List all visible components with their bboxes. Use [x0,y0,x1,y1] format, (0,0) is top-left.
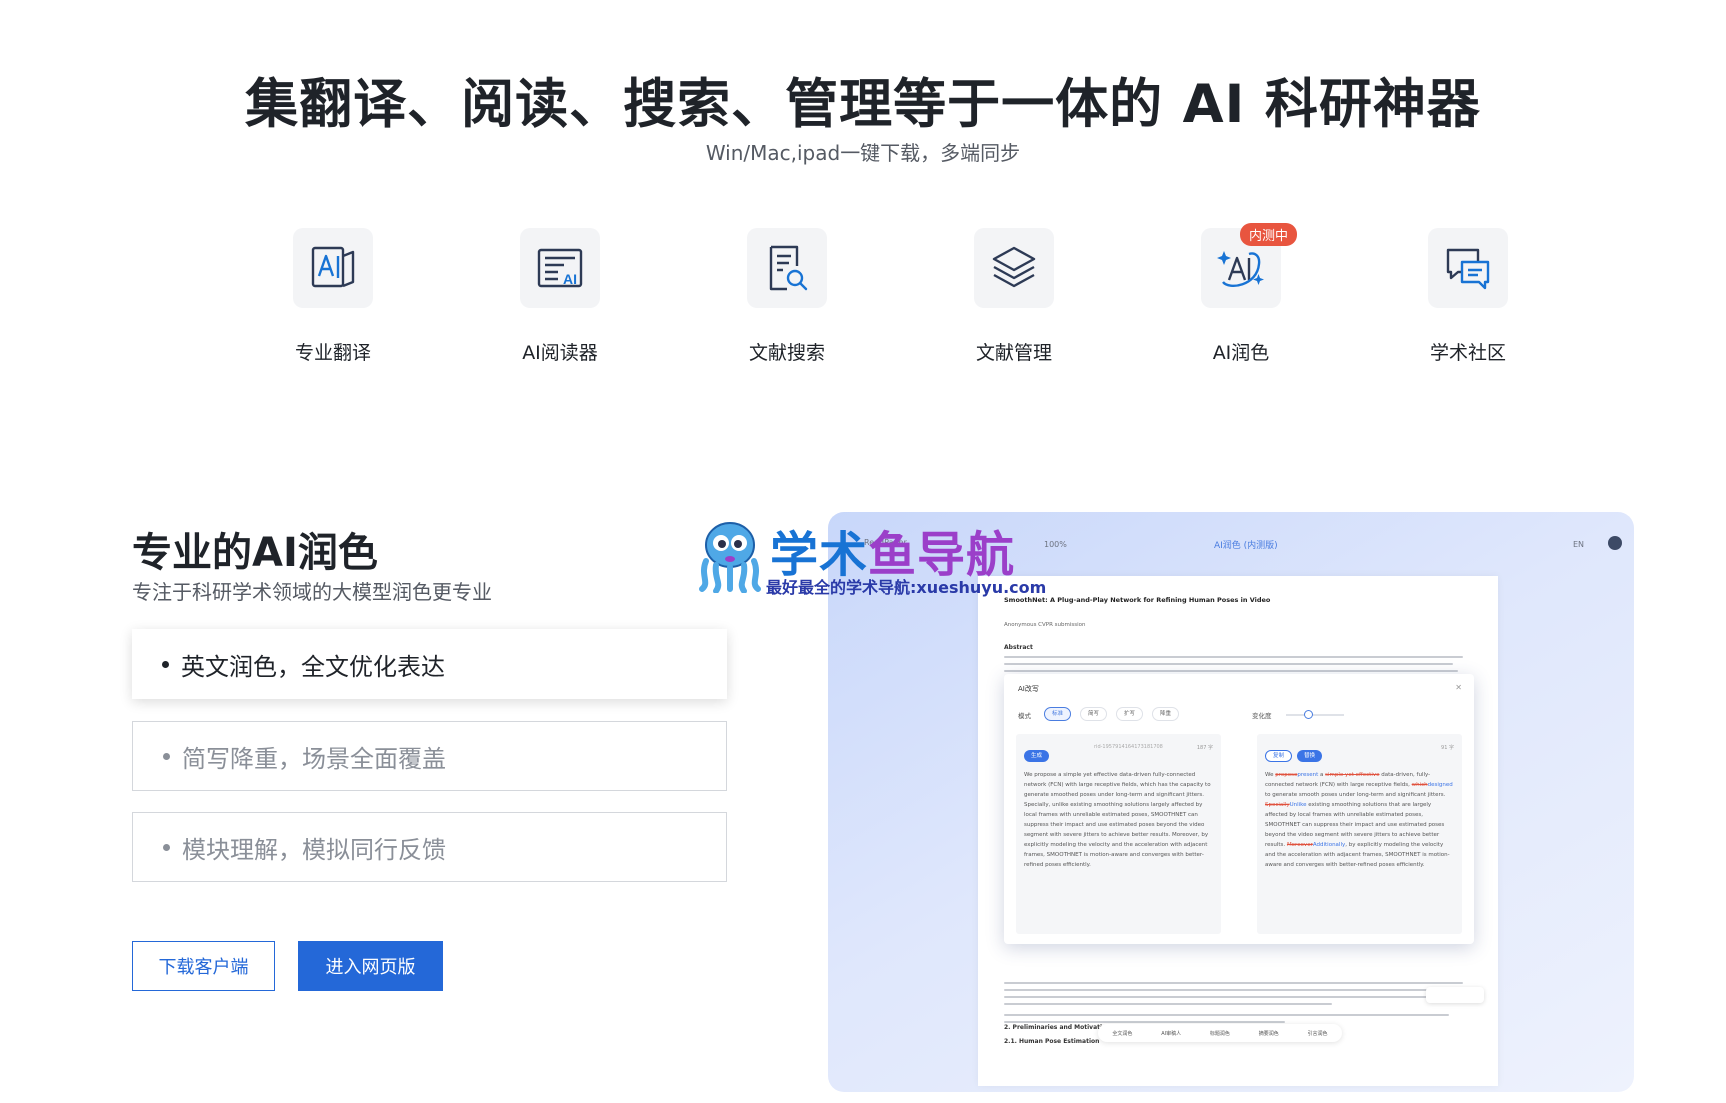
tool-intro-polish[interactable]: 引言润色 [1308,1030,1328,1037]
page-subtitle: Win/Mac,ipad一键下载，多端同步 [705,141,1021,165]
bullet-dot [163,843,170,851]
copy-button[interactable]: 复制 [1265,750,1293,762]
mode-chip-rephrase[interactable]: 降重 [1152,707,1180,721]
word-count: 187 字 [1196,745,1213,751]
lang-toggle: EN [1573,540,1585,549]
product-screenshot: ReadPaper 100% AI润色 (内测版) EN SmoothNet: … [828,512,1634,1092]
option-module-understanding[interactable]: 模块理解，模拟同行反馈 [132,812,727,882]
feature-community[interactable]: 学术社区 [1388,228,1548,365]
feature-label: 学术社区 [1429,342,1506,364]
feature-tile [747,228,827,308]
octopus-logo-icon [699,522,761,593]
result-text: We proposepresent a simple yet effective… [1265,772,1453,868]
feature-label: 文献管理 [975,342,1052,364]
bullet-dot [163,752,170,760]
layers-icon [992,246,1036,288]
source-panel: 生成 rid-1957914164173181708 187 字 We prop… [1016,734,1221,934]
chat-bubbles-icon [1446,248,1490,290]
section-subtitle: 专注于科研学术领域的大模型润色更专业 [132,580,492,604]
source-text: We propose a simple yet effective data-d… [1024,772,1211,868]
section-title: 专业的AI润色 [132,530,378,576]
feature-tile [1428,228,1508,308]
ai-sparkle-icon [1217,251,1264,287]
change-slider[interactable] [1286,714,1344,716]
tool-abstract-polish[interactable]: 摘要润色 [1259,1030,1279,1037]
tool-title-polish[interactable]: 标题润色 [1210,1030,1230,1037]
option-rewrite[interactable]: 简写降重，场景全面覆盖 [132,721,727,791]
mode-chip-shorten[interactable]: 简写 [1080,707,1108,721]
feature-label: AI阅读器 [522,342,598,364]
floating-toolbar[interactable] [1426,987,1484,1003]
page-title: 集翻译、阅读、搜索、管理等于一体的 AI 科研神器 [245,74,1481,135]
change-label: 变化度 [1252,712,1272,720]
download-client-button[interactable]: 下载客户端 [132,941,275,991]
feature-tile [974,228,1054,308]
ai-reader-icon: AI [537,248,583,288]
option-label: 简写降重，场景全面覆盖 [182,744,446,773]
mode-title: AI润色 (内测版) [1214,541,1278,551]
feature-doc-manage[interactable]: 文献管理 [934,228,1094,365]
mode-label: 模式 [1018,712,1031,720]
word-count: 91 字 [1441,745,1454,751]
watermark-subtitle: 最好最全的学术导航:xueshuyu.com [766,578,1047,597]
web-version-button[interactable]: 进入网页版 [298,941,443,991]
request-id: rid-1957914164173181708 [1094,744,1163,750]
abstract-heading: Abstract [1004,644,1033,651]
bottom-tool-bar: 全文润色 AI审稿人 标题润色 摘要润色 引言润色 [1098,1024,1342,1042]
option-english-polish[interactable]: 英文润色，全文优化表达 [132,629,727,699]
avatar [1608,536,1622,550]
mode-chip-standard[interactable]: 标准 [1044,707,1072,721]
feature-doc-search[interactable]: 文献搜索 [707,228,867,365]
dialog-title: AI改写 [1018,685,1039,693]
watermark: 学术鱼导航 最好最全的学术导航:xueshuyu.com [692,515,1072,597]
feature-ai-polish[interactable]: 内测中 AI润色 [1161,223,1321,365]
generate-button[interactable]: 生成 [1024,750,1050,762]
svg-text:AI: AI [563,271,577,287]
replace-button[interactable]: 替换 [1297,750,1323,762]
result-panel: 复制 替换 91 字 We proposepresent a simple ye… [1257,734,1462,934]
tool-ai-reviewer[interactable]: AI审稿人 [1161,1030,1181,1037]
close-icon[interactable]: ✕ [1455,683,1462,692]
subsection-heading: 2.1. Human Pose Estimation [1004,1038,1100,1045]
feature-label: 文献搜索 [748,342,825,364]
feature-tile: AI [520,228,600,308]
document-search-icon [769,245,808,291]
slider-knob[interactable] [1304,710,1313,719]
paper-authors: Anonymous CVPR submission [1004,622,1086,628]
ai-rewrite-dialog: AI改写 ✕ 模式 标准 简写 扩写 降重 变化度 生成 rid-1957914… [1004,674,1474,944]
beta-badge: 内测中 [1240,223,1298,246]
paper-title: SmoothNet: A Plug-and-Play Network for R… [1004,596,1271,604]
section-heading: 2. Preliminaries and Motivation [1004,1024,1111,1031]
bullet-dot [162,660,169,668]
feature-tile [293,228,373,308]
option-label: 英文润色，全文优化表达 [181,652,445,681]
feature-tile: 内测中 [1201,223,1298,308]
feature-list: 专业翻译 AI AI阅读器 文献搜索 文献管理 内测中 AI润色 学术社区 [0,223,1726,378]
feature-ai-reader[interactable]: AI AI阅读器 [480,228,640,365]
feature-label: 专业翻译 [294,342,371,364]
feature-label: AI润色 [1212,342,1270,364]
option-label: 模块理解，模拟同行反馈 [182,835,446,864]
translate-icon [311,246,355,288]
feature-translate[interactable]: 专业翻译 [253,228,413,365]
tool-full-polish[interactable]: 全文润色 [1112,1030,1132,1037]
mode-chip-expand[interactable]: 扩写 [1116,707,1144,721]
